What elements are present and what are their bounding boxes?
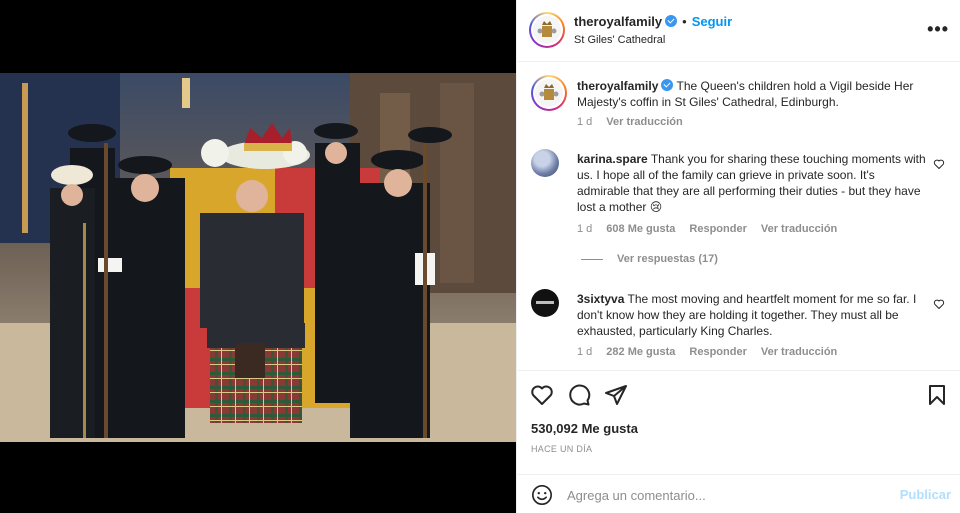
comment-icon[interactable]	[567, 383, 591, 407]
verified-badge-icon	[661, 79, 674, 91]
caption-meta: 1 d Ver traducción	[577, 116, 697, 128]
caption-username[interactable]: theroyalfamily	[577, 79, 658, 93]
comment-likes[interactable]: 282 Me gusta	[606, 346, 675, 358]
comment-username[interactable]: 3sixtyva	[577, 292, 624, 306]
caption-translate-link[interactable]: Ver traducción	[606, 116, 682, 128]
view-replies-label: Ver respuestas (17)	[617, 253, 718, 265]
bookmark-icon[interactable]	[925, 383, 949, 407]
royal-crest-icon	[533, 16, 561, 44]
comment-time: 1 d	[577, 223, 593, 235]
replies-divider	[581, 258, 603, 260]
royal-crest-icon	[535, 79, 563, 107]
post-sidebar: theroyalfamily • Seguir St Giles' Cathedra…	[516, 0, 960, 513]
comment-body: The most moving and heartfelt moment for…	[577, 292, 917, 338]
profile-avatar[interactable]	[529, 12, 565, 48]
share-icon[interactable]	[604, 383, 628, 407]
caption-avatar[interactable]	[531, 75, 567, 111]
heart-icon[interactable]	[530, 383, 554, 407]
comment-like-icon[interactable]	[933, 158, 945, 170]
header-line: theroyalfamily • Seguir	[574, 14, 732, 29]
view-replies-button[interactable]: Ver respuestas (17)	[581, 253, 718, 265]
translate-link[interactable]: Ver traducción	[761, 346, 837, 358]
header-separator: •	[682, 14, 687, 29]
commenter-avatar[interactable]	[531, 289, 559, 317]
comments-list: theroyalfamily The Queen's children hold…	[517, 63, 960, 370]
comment-input[interactable]	[567, 485, 887, 505]
publish-button[interactable]: Publicar	[900, 487, 951, 502]
reply-button[interactable]: Responder	[689, 223, 746, 235]
comment-text: 3sixtyva The most moving and heartfelt m…	[577, 291, 927, 339]
comment-like-icon[interactable]	[933, 298, 945, 310]
translate-link[interactable]: Ver traducción	[761, 223, 837, 235]
comment-time: 1 d	[577, 346, 593, 358]
emoji-icon[interactable]	[531, 484, 553, 506]
commenter-avatar[interactable]	[531, 149, 559, 177]
comment-username[interactable]: karina.spare	[577, 152, 648, 166]
comment-meta: 1 d 282 Me gusta Responder Ver traducción	[577, 346, 851, 358]
caption-time: 1 d	[577, 116, 593, 128]
post-timestamp: HACE UN DÍA	[531, 444, 593, 454]
location-link[interactable]: St Giles' Cathedral	[574, 34, 665, 46]
comment-meta: 1 d 608 Me gusta Responder Ver traducción	[577, 223, 851, 235]
add-comment-bar: Publicar	[517, 474, 960, 513]
reply-button[interactable]: Responder	[689, 346, 746, 358]
post-actions: 530,092 Me gusta HACE UN DÍA	[517, 370, 960, 470]
post-photo[interactable]	[0, 73, 516, 442]
comment-likes[interactable]: 608 Me gusta	[606, 223, 675, 235]
header-username[interactable]: theroyalfamily	[574, 14, 662, 29]
likes-count[interactable]: 530,092 Me gusta	[531, 421, 638, 436]
more-options-icon[interactable]: •••	[927, 19, 949, 40]
post-media	[0, 0, 516, 513]
comment-text: karina.spare Thank you for sharing these…	[577, 151, 927, 215]
post-header: theroyalfamily • Seguir St Giles' Cathedra…	[517, 0, 960, 62]
caption-text: theroyalfamily The Queen's children hold…	[577, 78, 927, 110]
verified-badge-icon	[665, 15, 678, 27]
vigil-photo-illustration	[0, 73, 516, 442]
follow-button[interactable]: Seguir	[692, 14, 732, 29]
